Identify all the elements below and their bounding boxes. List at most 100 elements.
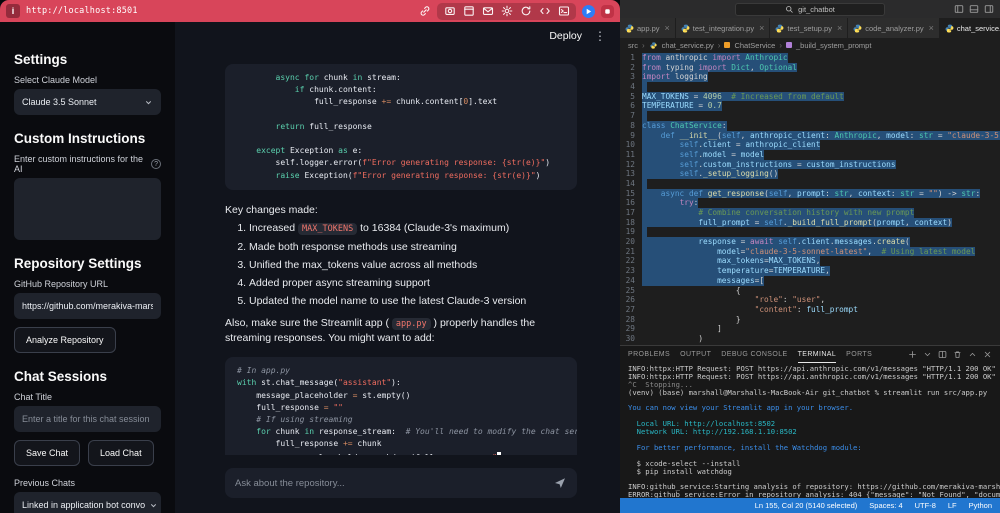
window-capture-icon[interactable] <box>462 5 475 18</box>
code-line: 9 def __init__(self, anthropic_client: A… <box>620 130 1000 141</box>
panel-actions <box>908 350 992 359</box>
model-select[interactable]: Claude 3.5 Sonnet <box>14 89 161 115</box>
code-line: (venv) (base) marshall@Marshalls-MacBook… <box>628 387 988 397</box>
python-file-icon <box>650 41 657 49</box>
panel-tab-ports[interactable]: PORTS <box>846 346 872 363</box>
code-line: ERROR:github_service:Error in repository… <box>628 490 1000 498</box>
chevron-down-icon[interactable] <box>923 350 932 359</box>
code-line: 27 "content": full_prompt <box>625 304 858 314</box>
layout-bottom-icon[interactable] <box>969 4 979 14</box>
python-file-icon <box>681 24 690 33</box>
save-chat-button[interactable]: Save Chat <box>14 440 81 466</box>
analyze-repository-button[interactable]: Analyze Repository <box>14 327 116 353</box>
repo-url-label: GitHub Repository URL <box>14 279 109 289</box>
editor-tab-chat_service.py[interactable]: chat_service.py× <box>939 18 1000 38</box>
previous-chats-label: Previous Chats <box>14 478 76 488</box>
refresh-icon[interactable] <box>519 5 532 18</box>
method-symbol-icon <box>785 42 792 48</box>
code-line: return full_response <box>275 121 372 131</box>
overflow-menu-icon[interactable]: ⋮ <box>594 30 606 42</box>
chat-main: Deploy ⋮ async for chunk in stream: if c… <box>175 22 620 513</box>
split-icon[interactable] <box>938 350 947 359</box>
send-icon[interactable] <box>553 476 567 490</box>
panel-tab-output[interactable]: OUTPUT <box>680 346 711 363</box>
run-icon[interactable] <box>582 4 595 18</box>
code-line: 4 <box>620 82 1000 92</box>
tab-close-icon[interactable]: × <box>665 23 670 33</box>
model-select-label: Select Claude Model <box>14 75 98 85</box>
mail-icon[interactable] <box>481 5 494 18</box>
code-line: 15 async def get_response(self, prompt: … <box>625 188 981 199</box>
url-bar[interactable]: http://localhost:8501 <box>26 6 138 16</box>
list-item: Made both response methods use streaming <box>249 241 577 254</box>
previous-chats-select[interactable]: Linked in application bot convo <box>14 492 161 513</box>
code-line: 20 response = await self.client.messages… <box>625 237 910 247</box>
panel-tab-problems[interactable]: PROBLEMS <box>628 346 670 363</box>
breadcrumb-item[interactable]: src <box>628 41 638 50</box>
terminal[interactable]: INFO:httpx:HTTP Request: POST https://ap… <box>620 363 1000 498</box>
screenshot-icon[interactable] <box>443 5 456 18</box>
chat-history[interactable]: async for chunk in stream: if chunk.cont… <box>175 22 620 455</box>
editor-tab-test_integration.py[interactable]: test_integration.py × <box>675 18 771 38</box>
status-item[interactable]: Ln 155, Col 20 (5140 selected) <box>755 501 858 510</box>
status-item[interactable]: LF <box>948 501 957 510</box>
terminal-icon[interactable] <box>557 5 570 18</box>
layout-left-icon[interactable] <box>954 4 964 14</box>
chevron-up-icon[interactable] <box>968 350 977 359</box>
code-line: 19 <box>620 227 1000 238</box>
editor-tab-test_setup.py[interactable]: test_setup.py × <box>770 18 849 38</box>
breadcrumb-separator-icon: › <box>717 40 721 50</box>
status-item[interactable]: Python <box>969 501 992 510</box>
status-item[interactable]: Spaces: 4 <box>869 501 902 510</box>
code-line: message_placeholder.markdown(full_respon… <box>237 451 565 455</box>
code-line: 17 # Combine conversation history with n… <box>625 208 915 218</box>
tab-label: app.py <box>637 23 660 33</box>
deploy-button[interactable]: Deploy <box>549 30 582 42</box>
code-line: 21 model="claude-3-5-sonnet-latest", # U… <box>625 246 976 257</box>
code-editor[interactable]: 1 from anthropic import Anthropic 2 from ty… <box>620 52 1000 345</box>
code-icon[interactable] <box>538 5 551 18</box>
code-line: full_response += chunk <box>237 439 382 449</box>
list-item: Added proper async streaming support <box>249 277 577 290</box>
editor-tab-app.py[interactable]: app.py × <box>620 18 676 38</box>
link-icon[interactable] <box>418 5 431 18</box>
code-line: You can now view your Streamlit app in y… <box>628 403 854 413</box>
breadcrumb-item[interactable]: _build_system_prompt <box>796 41 871 50</box>
record-icon[interactable] <box>601 4 614 18</box>
code-line: for chunk in response_stream: # You'll n… <box>256 427 577 437</box>
breadcrumb-item[interactable]: ChatService <box>734 41 775 50</box>
code-line: if chunk.content: <box>294 85 377 95</box>
plus-icon[interactable] <box>908 350 917 359</box>
chat-input[interactable] <box>235 477 547 489</box>
panel-tab-terminal[interactable]: TERMINAL <box>797 346 837 363</box>
tab-close-icon[interactable]: × <box>929 23 934 33</box>
close-icon[interactable] <box>983 350 992 359</box>
help-icon[interactable]: ? <box>151 159 161 169</box>
status-item[interactable]: UTF-8 <box>915 501 936 510</box>
editor-tab-code_analyzer.py[interactable]: code_analyzer.py × <box>848 18 940 38</box>
changes-list: Increased MAX_TOKENS to 16384 (Claude-3'… <box>225 222 577 308</box>
chat-title-input[interactable] <box>14 406 161 432</box>
tab-close-icon[interactable]: × <box>759 23 764 33</box>
gear-icon[interactable] <box>500 5 513 18</box>
browser-toolbar-icons <box>418 2 614 20</box>
command-center-search[interactable]: git_chatbot <box>735 2 885 16</box>
custom-instructions-input[interactable] <box>14 178 161 240</box>
code-line: For better performance, install the Watc… <box>628 442 862 452</box>
code-line: 3 import logging <box>630 72 708 83</box>
load-chat-button[interactable]: Load Chat <box>88 440 154 466</box>
repo-url-input[interactable] <box>14 293 161 319</box>
code-line: 2 from typing import Dict, Optional <box>630 62 797 73</box>
code-line: 28 } <box>625 314 741 324</box>
trash-icon[interactable] <box>953 350 962 359</box>
panel-tab-debug-console[interactable]: DEBUG CONSOLE <box>721 346 787 363</box>
search-icon <box>785 5 794 14</box>
python-file-icon <box>945 24 954 33</box>
layout-right-icon[interactable] <box>984 4 994 14</box>
tab-close-icon[interactable]: × <box>837 23 842 33</box>
code-line: 25 { <box>625 285 741 295</box>
breadcrumb-item[interactable]: chat_service.py <box>662 41 714 50</box>
assistant-code-block-2: # In app.py with st.chat_message("assista… <box>225 357 577 455</box>
code-line: 16 try: <box>625 198 699 208</box>
settings-heading: Settings <box>14 52 68 67</box>
